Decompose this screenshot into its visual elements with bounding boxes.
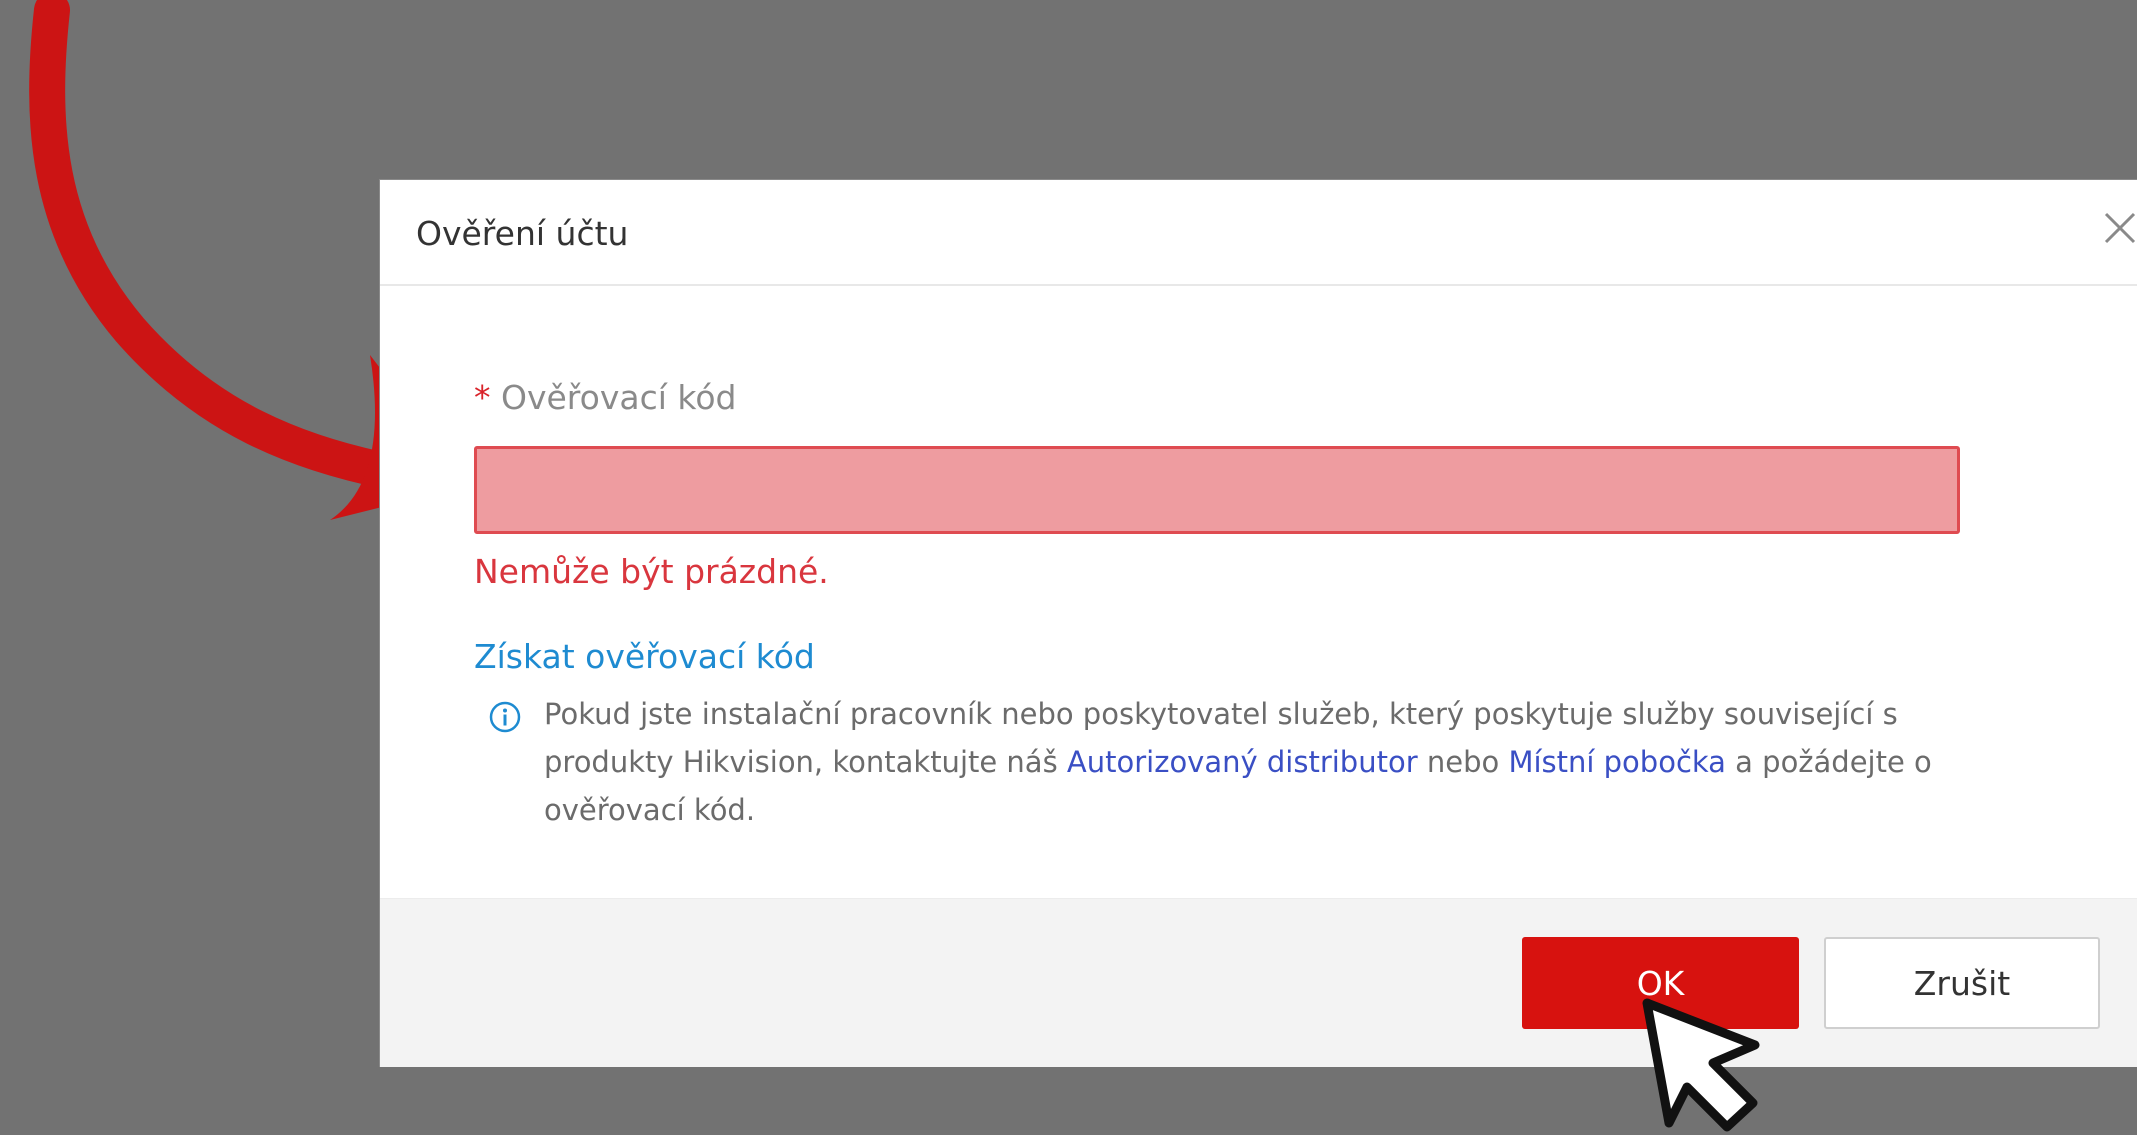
error-message: Nemůže být prázdné. (474, 552, 829, 591)
info-text: Pokud jste instalační pracovník nebo pos… (544, 690, 1994, 834)
cancel-button[interactable]: Zrušit (1824, 937, 2100, 1029)
dialog-footer: OK Zrušit (380, 898, 2137, 1067)
dialog-title: Ověření účtu (416, 214, 629, 253)
local-branch-link[interactable]: Místní pobočka (1508, 745, 1726, 779)
close-icon[interactable] (2100, 208, 2137, 248)
get-verification-code-link[interactable]: Získat ověřovací kód (474, 635, 815, 679)
pointer-cursor-icon (1642, 998, 1760, 1132)
info-text-part: nebo (1417, 745, 1509, 779)
authorized-distributor-link[interactable]: Autorizovaný distributor (1067, 745, 1418, 779)
verification-code-label: * Ověřovací kód (474, 378, 736, 418)
account-verification-dialog: Ověření účtu * Ověřovací kód Nemůže být … (380, 180, 2137, 1067)
dialog-header: Ověření účtu (380, 180, 2137, 286)
verification-code-label-text: Ověřovací kód (501, 378, 737, 417)
info-icon (489, 701, 521, 733)
verification-code-input[interactable] (474, 446, 1960, 534)
required-marker: * (474, 378, 491, 417)
